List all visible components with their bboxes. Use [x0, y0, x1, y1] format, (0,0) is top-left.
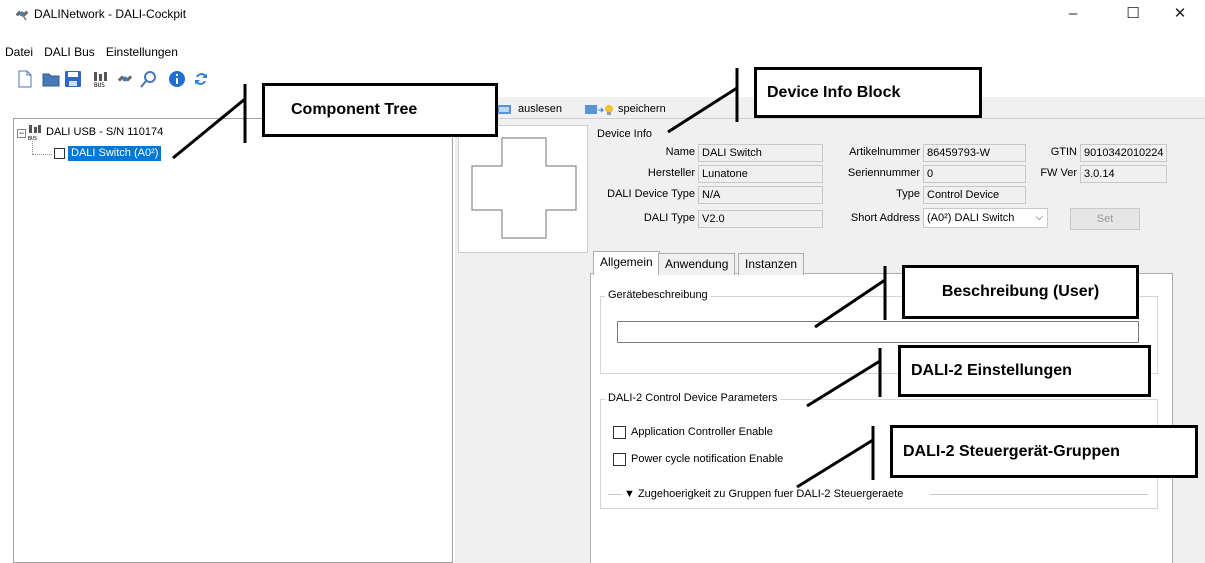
dali2-params-title: DALI-2 Control Device Parameters	[605, 392, 781, 404]
menu-datei[interactable]: Datei	[5, 45, 33, 59]
satellite-icon[interactable]	[116, 70, 134, 88]
fw-label: FW Ver	[1040, 167, 1077, 179]
gtin-field[interactable]: 9010342010224	[1080, 144, 1167, 162]
tree-child-checkbox[interactable]	[54, 148, 65, 159]
callout-device-info: Device Info Block	[754, 67, 982, 118]
type-field[interactable]: Control Device	[923, 186, 1026, 204]
tree-root-label[interactable]: DALI USB - S/N 110174	[46, 126, 163, 138]
read-button[interactable]: auslesen	[518, 103, 562, 115]
maximize-button[interactable]: ☐	[1110, 0, 1156, 28]
new-file-icon[interactable]	[16, 70, 34, 88]
divider	[608, 494, 622, 495]
serial-label: Seriennummer	[847, 167, 920, 179]
name-label: Name	[665, 146, 695, 158]
manufacturer-label: Hersteller	[647, 167, 695, 179]
info-icon[interactable]	[168, 70, 186, 88]
save-to-bus-icon[interactable]	[585, 103, 615, 117]
divider	[930, 494, 1148, 495]
save-disk-icon[interactable]	[64, 70, 82, 88]
save-button[interactable]: speichern	[618, 103, 666, 115]
chevron-down-icon: ⌵	[1035, 212, 1043, 223]
set-button[interactable]: Set	[1070, 208, 1140, 230]
menu-bar: Datei DALI Bus Einstellungen	[5, 45, 186, 63]
component-tree: − BUS DALI USB - S/N 110174 DALI Switch …	[13, 118, 453, 563]
device-type-field[interactable]: N/A	[698, 186, 823, 204]
article-field[interactable]: 86459793-W	[923, 144, 1026, 162]
short-address-label: Short Address	[850, 212, 920, 224]
tree-connector	[32, 154, 52, 155]
minimize-button[interactable]: –	[1050, 0, 1096, 28]
fw-field[interactable]: 3.0.14	[1080, 165, 1167, 183]
app-satellite-icon	[15, 10, 29, 21]
callout-dali2-settings: DALI-2 Einstellungen	[898, 345, 1151, 397]
callout-description: Beschreibung (User)	[902, 265, 1139, 319]
open-folder-icon[interactable]	[42, 70, 60, 88]
callout-component-tree: Component Tree	[262, 83, 498, 137]
device-cross-icon	[471, 137, 577, 239]
read-icon[interactable]	[496, 103, 512, 117]
dali-type-field[interactable]: V2.0	[698, 210, 823, 228]
refresh-icon[interactable]	[192, 70, 210, 88]
serial-field[interactable]: 0	[923, 165, 1026, 183]
description-input[interactable]	[617, 321, 1139, 343]
article-label: Artikelnummer	[849, 146, 920, 158]
close-button[interactable]: ✕	[1157, 0, 1203, 28]
manufacturer-field[interactable]: Lunatone	[698, 165, 823, 183]
power-cycle-label: Power cycle notification Enable	[631, 453, 784, 465]
dali-usb-icon: BUS	[28, 125, 41, 141]
toolbar: BUS	[16, 70, 236, 92]
bus-icon[interactable]: BUS	[92, 70, 110, 88]
svg-text:BUS: BUS	[94, 82, 105, 88]
short-address-value: (A0²) DALI Switch	[927, 212, 1015, 224]
tab-allgemein[interactable]: Allgemein	[593, 251, 660, 275]
tree-child-selected[interactable]: DALI Switch (A0²)	[68, 146, 162, 161]
window-title: DALINetwork - DALI-Cockpit	[34, 7, 187, 21]
short-address-select[interactable]: (A0²) DALI Switch ⌵	[923, 208, 1048, 228]
panel-separator	[455, 118, 1205, 119]
menu-dali-bus[interactable]: DALI Bus	[44, 45, 95, 59]
power-cycle-checkbox[interactable]	[613, 453, 626, 466]
name-field[interactable]: DALI Switch	[698, 144, 823, 162]
groups-expander[interactable]: ▼ Zugehoerigkeit zu Gruppen fuer DALI-2 …	[624, 488, 903, 500]
tab-anwendung[interactable]: Anwendung	[658, 253, 736, 275]
collapse-toggle[interactable]: −	[17, 129, 26, 138]
tab-instanzen[interactable]: Instanzen	[738, 253, 805, 275]
device-info-title: Device Info	[597, 128, 653, 140]
type-label: Type	[896, 188, 920, 200]
description-group-title: Gerätebeschreibung	[605, 289, 711, 301]
device-type-label: DALI Device Type	[607, 188, 695, 200]
app-controller-label: Application Controller Enable	[631, 426, 773, 438]
menu-einstellungen[interactable]: Einstellungen	[106, 45, 178, 59]
device-image	[458, 125, 588, 253]
gtin-label: GTIN	[1050, 146, 1077, 158]
callout-dali2-groups: DALI-2 Steuergerät-Gruppen	[890, 425, 1198, 478]
search-icon[interactable]	[140, 70, 158, 88]
dali-type-label: DALI Type	[643, 212, 695, 224]
app-controller-checkbox[interactable]	[613, 426, 626, 439]
title-bar: DALINetwork - DALI-Cockpit – ☐ ✕	[0, 0, 1205, 28]
tree-connector	[32, 141, 33, 154]
